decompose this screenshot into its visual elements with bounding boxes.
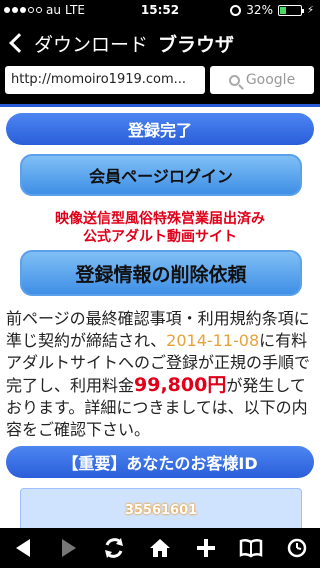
divider: [0, 104, 320, 107]
home-icon[interactable]: [146, 534, 174, 562]
search-field[interactable]: Google: [210, 66, 314, 94]
customer-id: 35561601: [124, 502, 198, 518]
fee-amount: 99,800円: [134, 374, 227, 396]
page-title: ブラウザ: [158, 33, 235, 56]
history-icon[interactable]: [283, 534, 311, 562]
reload-icon[interactable]: [100, 534, 128, 562]
page-content: 登録完了 会員ページログイン 映像送信型風俗特殊営業届出済み 公式アダルト動画サ…: [0, 104, 320, 528]
forward-icon[interactable]: [55, 534, 83, 562]
bookmarks-icon[interactable]: [237, 534, 265, 562]
registration-complete-banner: 登録完了: [6, 113, 314, 145]
charging-icon: ⚡: [306, 4, 314, 16]
delete-request-button[interactable]: 登録情報の削除依頼: [20, 250, 302, 296]
add-icon[interactable]: [192, 534, 220, 562]
battery-icon: [277, 4, 304, 16]
back-label[interactable]: ダウンロード: [34, 30, 148, 57]
customer-id-box: 35561601: [20, 488, 302, 528]
search-icon: [228, 74, 240, 86]
browser-toolbar: [0, 528, 320, 568]
back-chevron-icon[interactable]: [9, 33, 29, 53]
status-bar: au LTE 15:52 32% ⚡: [0, 0, 320, 20]
notice-line-2: 公式アダルト動画サイト: [83, 229, 237, 245]
battery-percent: 32%: [246, 3, 273, 17]
search-placeholder: Google: [245, 72, 296, 88]
notice-line-1: 映像送信型風俗特殊営業届出済み: [55, 211, 265, 227]
registration-date: 2014-11-08: [166, 331, 260, 350]
url-field[interactable]: http://momoiro1919.com...: [5, 66, 205, 94]
back-icon[interactable]: [9, 534, 37, 562]
nav-bar: ダウンロード ブラウザ: [0, 22, 320, 64]
customer-id-banner: 【重要】あなたのお客様ID: [6, 446, 314, 478]
browser-chrome: au LTE 15:52 32% ⚡ ダウンロード ブラウザ http://mo…: [0, 0, 320, 104]
member-login-button[interactable]: 会員ページログイン: [20, 154, 302, 196]
address-bar: http://momoiro1919.com... Google: [0, 64, 320, 98]
alarm-icon: [230, 4, 242, 16]
contract-notice-text: 前ページの最終確認事項・利用規約条項に準じ契約が締結され、2014-11-08に…: [6, 309, 311, 439]
